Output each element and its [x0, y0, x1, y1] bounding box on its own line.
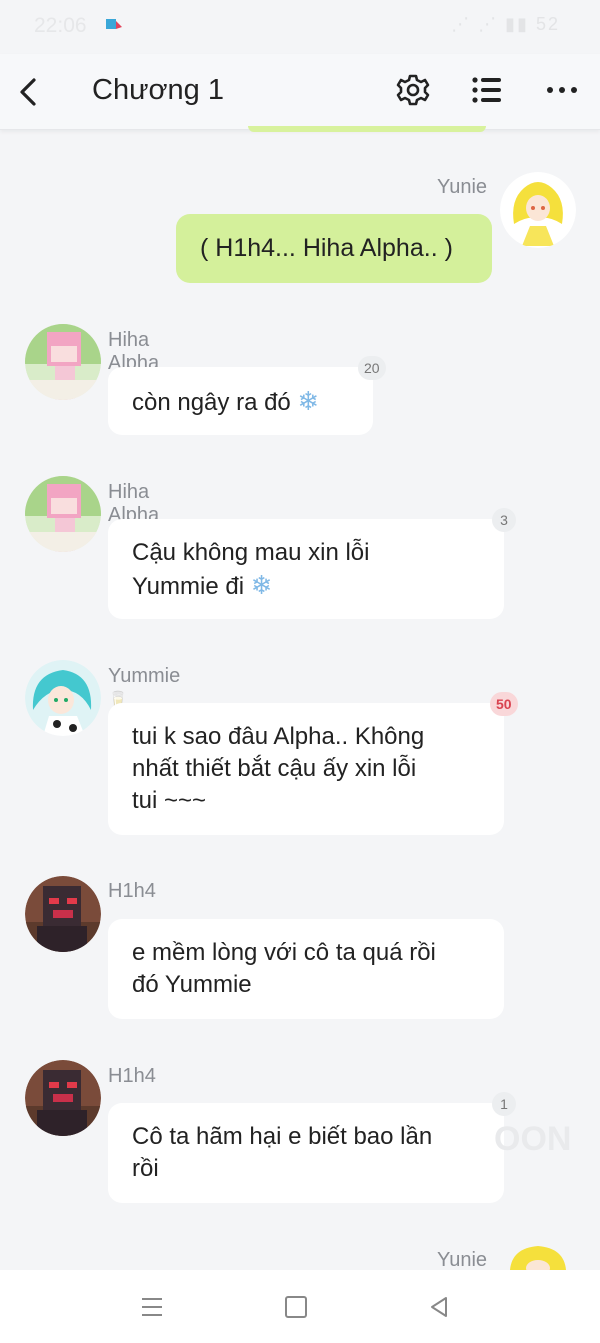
reaction-count-badge[interactable]: 3 [492, 508, 516, 532]
message-text-line: rồi [132, 1155, 159, 1182]
reaction-count-badge[interactable]: 50 [490, 692, 518, 716]
message-bubble[interactable]: ( H1h4... Hiha Alpha.. ) [176, 214, 492, 283]
status-indicators: ⋰ ⋰ ▮▮ 52 [451, 14, 560, 34]
recent-apps-icon[interactable] [140, 1296, 164, 1318]
more-dots-icon[interactable] [545, 80, 579, 100]
avatar-hiha-alpha[interactable] [25, 476, 101, 552]
system-navigation-bar [0, 1270, 600, 1343]
message-bubble[interactable]: tui k sao đâu Alpha.. Không nhất thiết b… [108, 703, 504, 835]
reaction-count-badge[interactable]: 1 [492, 1092, 516, 1116]
message-text-line: Yummie đi [132, 573, 245, 600]
message-bubble[interactable]: Cô ta hãm hại e biết bao lần rồi [108, 1103, 504, 1203]
snowflake-icon: ❄ [297, 386, 320, 416]
sender-name: H1h4 [108, 1065, 156, 1087]
snowflake-icon: ❄ [250, 570, 273, 600]
back-icon[interactable] [14, 72, 46, 112]
message-text-line: Cậu không mau xin lỗi [132, 539, 370, 566]
watermark: OON [494, 1120, 572, 1158]
sender-name: Yunie [437, 1249, 488, 1271]
avatar-h1h4[interactable] [25, 1060, 101, 1136]
message-text-line: nhất thiết bắt cậu ấy xin lỗi [132, 755, 417, 782]
message-text-line: tui k sao đâu Alpha.. Không [132, 723, 425, 750]
previous-bubble-edge [248, 126, 486, 132]
avatar-h1h4[interactable] [25, 876, 101, 952]
status-bar: 22:06 ⋰ ⋰ ▮▮ 52 [0, 0, 600, 54]
message-text-line: e mềm lòng với cô ta quá rồi [132, 939, 436, 966]
message-bubble[interactable]: Cậu không mau xin lỗi Yummie đi ❄ [108, 519, 504, 619]
status-time: 22:06 [34, 14, 87, 37]
sender-name: H1h4 [108, 880, 156, 902]
message-text-line: đó Yummie [132, 971, 252, 998]
message-text: còn ngây ra đó [132, 389, 291, 416]
top-app-bar: Chương 1 [0, 54, 600, 130]
message-bubble[interactable]: còn ngây ra đó ❄ [108, 367, 373, 435]
avatar-yunie[interactable] [500, 172, 576, 248]
reaction-count-badge[interactable]: 20 [358, 356, 386, 380]
avatar-yummie[interactable] [25, 660, 101, 736]
message-text-line: tui ~~~ [132, 787, 207, 814]
avatar-yunie[interactable] [500, 1244, 576, 1270]
home-icon[interactable] [285, 1296, 307, 1318]
gear-icon[interactable] [396, 73, 430, 107]
page-title: Chương 1 [92, 74, 224, 106]
notification-icon [106, 19, 122, 29]
list-icon[interactable] [471, 75, 503, 105]
back-triangle-icon[interactable] [428, 1295, 450, 1319]
message-text-line: Cô ta hãm hại e biết bao lần [132, 1123, 433, 1150]
message-bubble[interactable]: e mềm lòng với cô ta quá rồi đó Yummie [108, 919, 504, 1019]
sender-name: Yunie [437, 176, 488, 198]
avatar-hiha-alpha[interactable] [25, 324, 101, 400]
